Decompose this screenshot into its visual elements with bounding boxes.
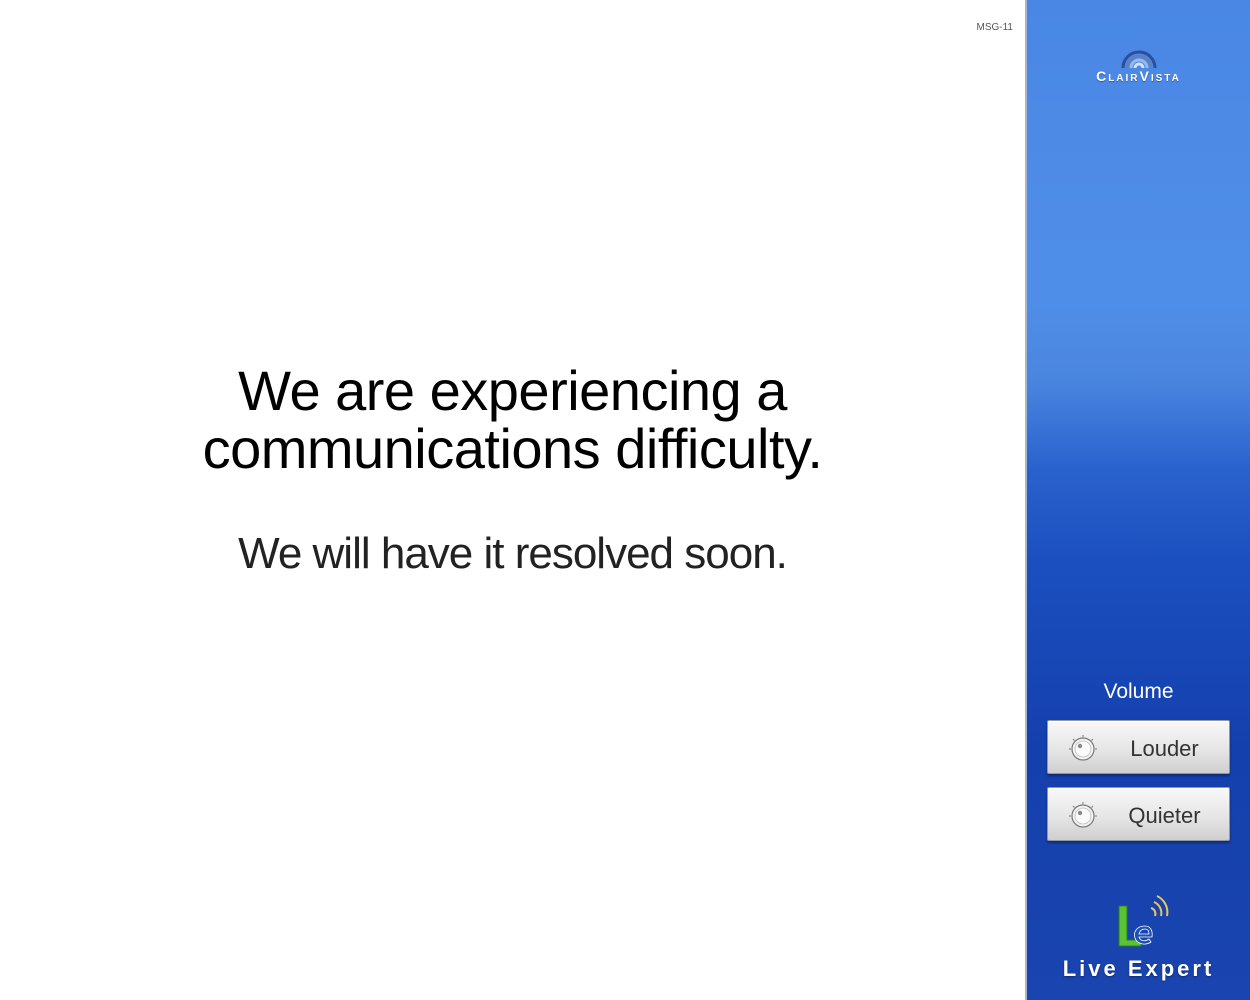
message-code: MSG-11 — [976, 22, 1014, 33]
volume-knob-icon — [1069, 802, 1097, 828]
volume-knob-icon — [1069, 735, 1097, 761]
screen: MSG-11 We are experiencing a communicati… — [0, 0, 1250, 1000]
sidebar: ClairVista Volume Louder Quieter Live Ex… — [1025, 0, 1250, 1000]
live-expert-name: Live Expert — [1062, 956, 1215, 981]
live-expert-brand: Live Expert — [1027, 888, 1250, 982]
brand: ClairVista — [1027, 42, 1250, 84]
quieter-label: Quieter — [1128, 803, 1201, 828]
message-panel: MSG-11 We are experiencing a communicati… — [0, 0, 1025, 1000]
louder-button[interactable]: Louder — [1047, 720, 1230, 774]
clairvista-logo-icon — [1121, 50, 1156, 68]
headline-line-1: We are experiencing a — [238, 359, 787, 422]
brand-name: ClairVista — [1096, 68, 1181, 84]
louder-label: Louder — [1130, 736, 1199, 761]
subline: We will have it resolved soon. — [238, 529, 788, 578]
volume-label: Volume — [1103, 680, 1174, 703]
quieter-button[interactable]: Quieter — [1047, 787, 1230, 841]
live-expert-logo-icon — [1118, 895, 1168, 947]
headline: We are experiencing a communications dif… — [0, 362, 1025, 478]
headline-line-2: communications difficulty. — [202, 417, 823, 480]
